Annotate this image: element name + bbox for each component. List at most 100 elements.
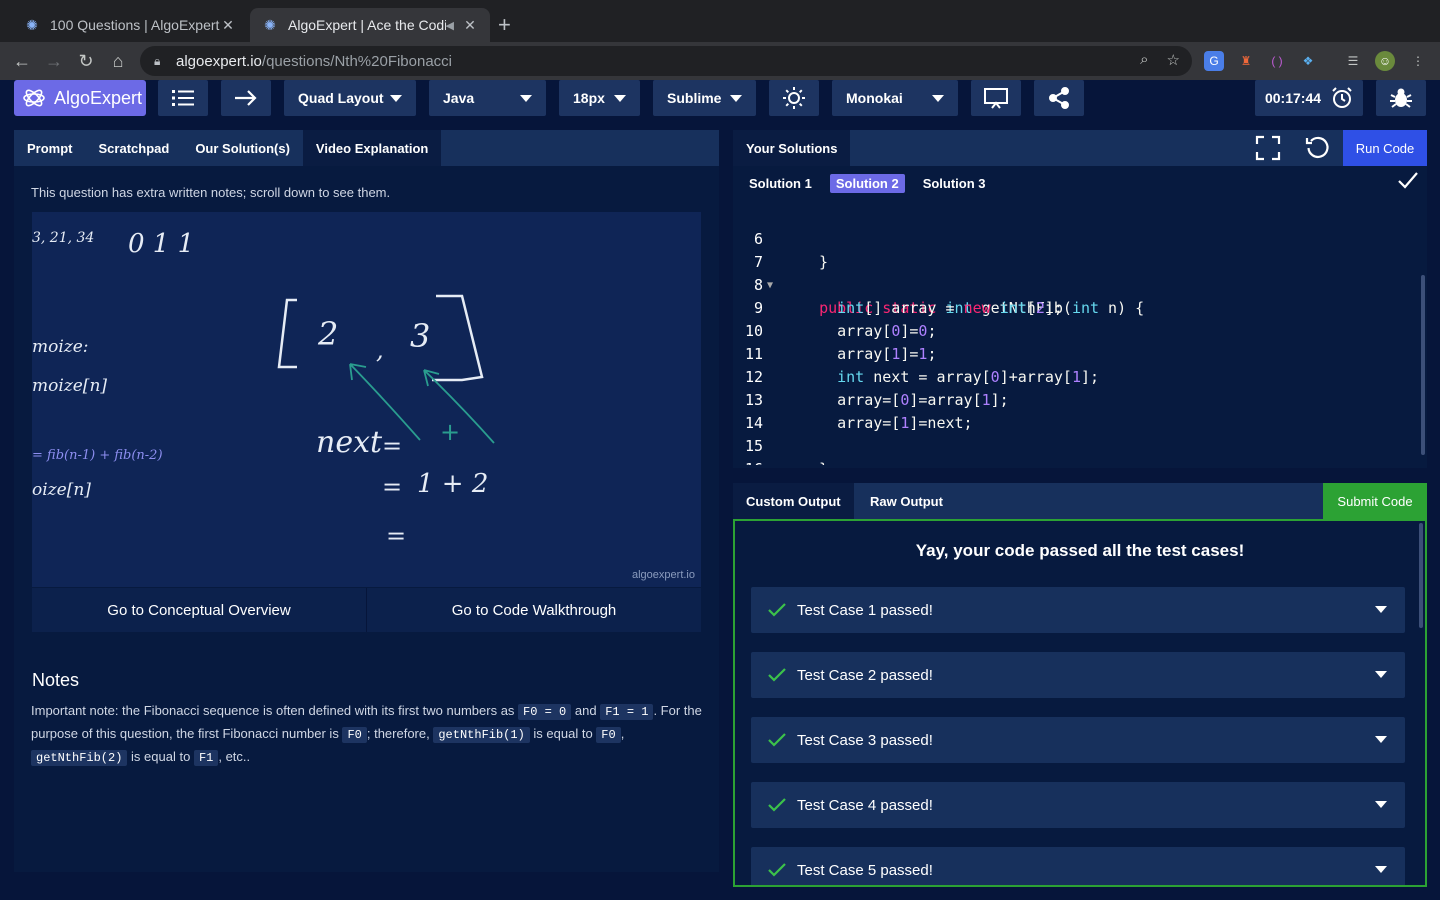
notes-part: and bbox=[574, 703, 597, 718]
tab-your-solutions[interactable]: Your Solutions bbox=[733, 130, 851, 166]
tab-video-explanation[interactable]: Video Explanation bbox=[302, 130, 442, 166]
reading-list-icon[interactable]: ☰ bbox=[1343, 51, 1363, 71]
tab-custom-output[interactable]: Custom Output bbox=[733, 483, 854, 519]
browser-tab-active[interactable]: ✺ AlgoExpert | Ace the Codin ◀︎ ✕ bbox=[250, 8, 490, 42]
chevron-down-icon[interactable] bbox=[1375, 736, 1387, 743]
code-walkthrough-button[interactable]: Go to Code Walkthrough bbox=[366, 588, 701, 632]
code-line: 17 bbox=[733, 458, 1423, 465]
conceptual-overview-button[interactable]: Go to Conceptual Overview bbox=[32, 588, 366, 632]
timer-value: 00:17:44 bbox=[1264, 90, 1322, 106]
notes-part: is equal to bbox=[533, 726, 593, 741]
algoexpert-logo[interactable]: AlgoExpert bbox=[14, 80, 146, 116]
chevron-down-icon bbox=[932, 94, 944, 102]
bookmark-star-icon[interactable]: ☆ bbox=[1167, 51, 1180, 69]
chevron-down-icon bbox=[614, 94, 626, 102]
tab-solution-3[interactable]: Solution 3 bbox=[917, 174, 992, 193]
extension-icon[interactable]: ❖ bbox=[1298, 51, 1318, 71]
tab-scratchpad[interactable]: Scratchpad bbox=[86, 130, 183, 166]
more-menu-icon[interactable]: ⋮ bbox=[1408, 51, 1428, 71]
code-line: 10 array[1]=1; bbox=[733, 297, 1423, 363]
wb-eq2: = bbox=[382, 473, 402, 501]
speaker-icon[interactable]: ◀︎ bbox=[446, 19, 454, 32]
editor-panel: Your Solutions Run Code Solution 1 Solut… bbox=[733, 130, 1427, 468]
share-button[interactable] bbox=[1034, 80, 1084, 116]
video-player[interactable]: 3, 21, 34 0 1 1 moize: moize[n] oize[n] … bbox=[32, 212, 701, 587]
tab-prompt[interactable]: Prompt bbox=[14, 130, 86, 166]
reload-icon[interactable]: ↻ bbox=[74, 50, 98, 72]
fullscreen-icon[interactable] bbox=[1253, 133, 1283, 163]
font-size-select[interactable]: 18px bbox=[559, 80, 640, 116]
profile-avatar[interactable]: ☺ bbox=[1375, 51, 1395, 71]
test-case-row[interactable]: Test Case 2 passed! bbox=[751, 652, 1405, 698]
browser-tab-title: AlgoExpert | Ace the Codin bbox=[288, 17, 446, 33]
bug-icon bbox=[1390, 88, 1412, 108]
browser-tab-questions[interactable]: ✺ 100 Questions | AlgoExpert ✕ bbox=[12, 8, 248, 42]
code-line: 6 } bbox=[733, 205, 1423, 271]
notes-title: Notes bbox=[32, 670, 80, 690]
timer[interactable]: 00:17:44 bbox=[1255, 80, 1363, 116]
checkmark-icon bbox=[768, 733, 786, 747]
code-editor[interactable]: 6 } 7 ▼ public static int getNthFib(int … bbox=[733, 205, 1423, 465]
close-tab-icon[interactable]: ✕ bbox=[462, 17, 478, 34]
code-line: 16 } bbox=[733, 435, 1423, 465]
code-line: 9 array[0]=0; bbox=[733, 274, 1423, 340]
tab-solution-1[interactable]: Solution 1 bbox=[743, 174, 818, 193]
output-tabs: Custom Output Raw Output Submit Code bbox=[733, 483, 1427, 519]
theme-toggle-button[interactable] bbox=[769, 80, 819, 116]
forward-icon[interactable]: → bbox=[42, 50, 66, 72]
address-bar[interactable]: 🔒︎ algoexpert.io /questions/Nth%20Fibona… bbox=[140, 46, 1192, 76]
questions-list-button[interactable] bbox=[158, 80, 208, 116]
tab-our-solutions[interactable]: Our Solution(s) bbox=[182, 130, 303, 166]
run-code-button[interactable]: Run Code bbox=[1343, 130, 1427, 166]
extension-icon[interactable]: ♜ bbox=[1236, 51, 1256, 71]
code-line: 7 ▼ public static int getNthFib(int n) { bbox=[733, 228, 1423, 317]
test-case-row[interactable]: Test Case 5 passed! bbox=[751, 847, 1405, 885]
browser-tab-title: 100 Questions | AlgoExpert bbox=[50, 17, 220, 33]
home-icon[interactable]: ⌂ bbox=[106, 50, 130, 72]
close-tab-icon[interactable]: ✕ bbox=[220, 17, 236, 34]
chevron-down-icon[interactable] bbox=[1375, 671, 1387, 678]
browser-tabstrip: ✺ 100 Questions | AlgoExpert ✕ ✺ AlgoExp… bbox=[0, 0, 1440, 42]
presentation-icon bbox=[984, 88, 1008, 109]
output-scrollbar[interactable] bbox=[1419, 523, 1423, 628]
test-case-row[interactable]: Test Case 4 passed! bbox=[751, 782, 1405, 828]
keymap-select[interactable]: Sublime bbox=[653, 80, 756, 116]
algoexpert-logo-icon bbox=[23, 89, 45, 107]
chevron-down-icon bbox=[520, 94, 532, 102]
theme-select[interactable]: Monokai bbox=[832, 80, 958, 116]
checkmark-icon bbox=[768, 668, 786, 682]
extension-icon[interactable]: ( ) bbox=[1267, 51, 1287, 71]
back-icon[interactable]: ← bbox=[10, 50, 34, 72]
language-select[interactable]: Java bbox=[429, 80, 546, 116]
reset-icon[interactable] bbox=[1303, 133, 1333, 163]
chevron-down-icon[interactable] bbox=[1375, 801, 1387, 808]
test-case-label: Test Case 4 passed! bbox=[797, 796, 933, 814]
notes-part: ; therefore, bbox=[366, 726, 430, 741]
chevron-down-icon[interactable] bbox=[1375, 606, 1387, 613]
wb-eq1: = bbox=[382, 432, 402, 460]
zoom-icon[interactable]: ⌕ bbox=[1140, 51, 1148, 69]
layout-select[interactable]: Quad Layout bbox=[284, 80, 416, 116]
present-button[interactable] bbox=[971, 80, 1021, 116]
next-question-button[interactable] bbox=[221, 80, 271, 116]
code-line: 14 bbox=[733, 389, 1423, 432]
app-toolbar: AlgoExpert Quad Layout Java 18px Sublime… bbox=[0, 80, 1440, 120]
wb-fib-expr: = fib(n-1) + fib(n-2) bbox=[32, 448, 163, 463]
submit-code-button[interactable]: Submit Code bbox=[1323, 483, 1427, 519]
chevron-down-icon[interactable] bbox=[1375, 866, 1387, 873]
test-case-label: Test Case 1 passed! bbox=[797, 601, 933, 619]
editor-scrollbar[interactable] bbox=[1421, 275, 1425, 455]
test-case-row[interactable]: Test Case 3 passed! bbox=[751, 717, 1405, 763]
new-tab-icon[interactable]: + bbox=[498, 12, 511, 38]
logo-text: AlgoExpert bbox=[54, 87, 143, 108]
test-case-row[interactable]: Test Case 1 passed! bbox=[751, 587, 1405, 633]
inline-code: F0 bbox=[342, 727, 367, 743]
code-line: 12 array=[0]=array[1]; bbox=[733, 343, 1423, 409]
whiteboard-drawing: 3, 21, 34 0 1 1 moize: moize[n] oize[n] … bbox=[32, 229, 495, 550]
algoexpert-favicon-icon: ✺ bbox=[26, 17, 38, 33]
translate-extension-icon[interactable]: G bbox=[1204, 51, 1224, 71]
tab-raw-output[interactable]: Raw Output bbox=[857, 483, 956, 519]
report-bug-button[interactable] bbox=[1376, 80, 1426, 116]
tab-solution-2[interactable]: Solution 2 bbox=[829, 174, 905, 193]
output-results: Yay, your code passed all the test cases… bbox=[733, 519, 1427, 887]
